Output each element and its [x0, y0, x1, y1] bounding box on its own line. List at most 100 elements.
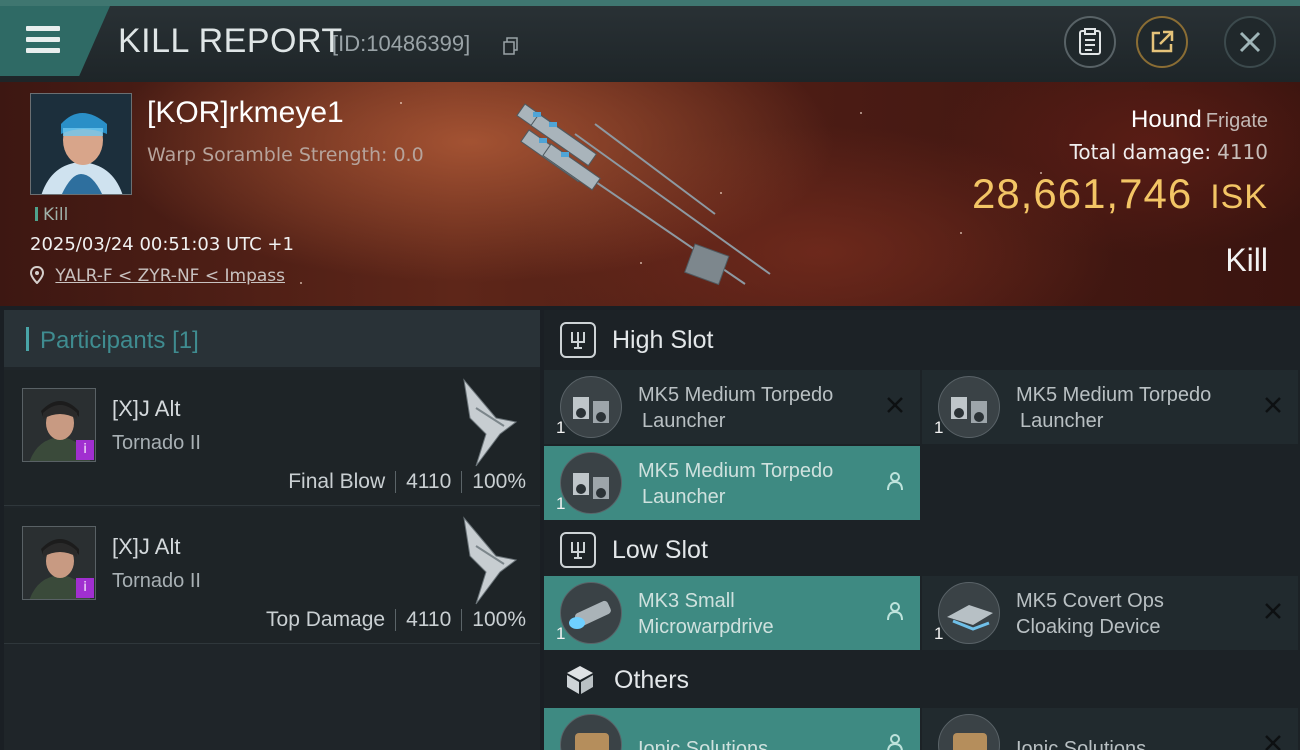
pilot-info-badge: i	[76, 440, 94, 460]
cloaking-device-icon	[938, 582, 1000, 644]
high-slot-label: High Slot	[612, 325, 714, 354]
avatar[interactable]: i	[22, 526, 96, 600]
attacker-stats: Top Damage 4110 100%	[266, 608, 526, 632]
clipboard-icon	[1079, 28, 1101, 55]
total-damage-label: Total damage:	[1069, 140, 1212, 164]
avatar[interactable]: i	[22, 388, 96, 462]
dropped-person-icon	[884, 732, 906, 750]
header-accent	[26, 327, 29, 351]
fittings-panel: High Slot 1 MK5 Medium Torpedo Launcher 1…	[544, 310, 1300, 750]
ship-class: Frigate	[1205, 110, 1268, 132]
report-id: [ID:10486399]	[332, 31, 471, 56]
attacker-ship-image	[463, 378, 518, 467]
item-name: MK5 Medium Torpedo Launcher	[638, 460, 834, 508]
fitting-item[interactable]: 1 MK5 Medium Torpedo Launcher	[544, 370, 920, 444]
destroyed-icon	[1262, 732, 1284, 750]
low-slot-label: Low Slot	[612, 535, 708, 564]
fitting-item[interactable]: Ionic Solutions	[544, 708, 920, 750]
fitting-item[interactable]: 1 MK5 Medium Torpedo Launcher	[544, 446, 920, 520]
victim-pilot-name[interactable]: [KOR]rkmeye1	[147, 96, 344, 130]
fitting-item[interactable]: Ionic Solutions	[922, 708, 1298, 750]
participants-count: [1]	[172, 327, 199, 354]
others-header: Others	[544, 650, 1300, 710]
close-icon	[1239, 31, 1261, 53]
cargo-item-icon	[560, 714, 622, 750]
participants-header: Participants [1]	[4, 310, 540, 367]
cargo-item-icon	[938, 714, 1000, 750]
item-name: MK3 Small Microwarpdrive	[638, 590, 774, 638]
attacker-ship: Tornado II	[112, 570, 201, 592]
others-label: Others	[614, 665, 690, 694]
attacker-damage: 4110	[406, 470, 452, 493]
total-damage: Total damage: 4110	[1070, 140, 1268, 164]
dropped-person-icon	[884, 600, 906, 622]
item-name: MK5 Medium Torpedo Launcher	[1016, 384, 1212, 432]
total-damage-value: 4110	[1217, 140, 1268, 164]
low-slot-header: Low Slot	[544, 520, 1300, 580]
item-quantity: 1	[934, 624, 944, 643]
kill-result: Kill	[1225, 242, 1268, 278]
pilot-info-badge: i	[76, 578, 94, 598]
cube-icon	[562, 662, 598, 698]
location-link[interactable]: YALR-F < ZYR-NF < Impass	[55, 266, 285, 286]
torpedo-launcher-icon	[560, 452, 622, 514]
destroyed-icon	[1262, 600, 1284, 622]
fitting-item[interactable]: 1 MK5 Medium Torpedo Launcher	[922, 370, 1298, 444]
high-slot-header: High Slot	[544, 310, 1300, 370]
fitting-item[interactable]: 1 MK3 Small Microwarpdrive	[544, 576, 920, 650]
location-pin-icon	[29, 265, 45, 285]
fitting-item[interactable]: 1 MK5 Covert Ops Cloaking Device	[922, 576, 1298, 650]
victim-portrait[interactable]	[30, 93, 132, 195]
page-title: KILL REPORT	[118, 22, 343, 60]
kill-tag: Kill	[35, 205, 68, 225]
item-name: Ionic Solutions	[638, 738, 769, 750]
kill-location[interactable]: YALR-F < ZYR-NF < Impass	[29, 265, 285, 286]
isk-unit: ISK	[1210, 178, 1268, 216]
top-bar: KILL REPORT [ID:10486399]	[0, 0, 1300, 82]
participant-row[interactable]: i [X]J Alt Tornado II Top Damage 4110 10…	[4, 508, 540, 644]
victim-ship-image	[516, 103, 771, 286]
torpedo-launcher-icon	[938, 376, 1000, 438]
attacker-damage: 4110	[406, 608, 452, 631]
ship-name: Hound	[1131, 106, 1202, 133]
participant-row[interactable]: i [X]J Alt Tornado II Final Blow 4110 10…	[4, 370, 540, 506]
attacker-name[interactable]: [X]J Alt	[112, 396, 180, 422]
victim-ship-type[interactable]: Hound Frigate	[1131, 106, 1268, 134]
item-name: MK5 Covert Ops Cloaking Device	[1016, 590, 1164, 638]
kill-datetime: 2025/03/24 00:51:03 UTC +1	[30, 234, 294, 255]
close-button[interactable]	[1224, 16, 1276, 68]
warp-scramble-strength: Warp Soramble Strength: 0.0	[147, 144, 424, 166]
item-quantity: 1	[934, 418, 944, 437]
destroyed-icon	[1262, 394, 1284, 416]
participants-title: Participants [1]	[40, 327, 199, 354]
attacker-percent: 100%	[472, 608, 526, 631]
share-button[interactable]	[1136, 16, 1188, 68]
dropped-person-icon	[884, 470, 906, 492]
item-name: Ionic Solutions	[1016, 738, 1147, 750]
item-quantity: 1	[556, 418, 566, 437]
share-icon	[1151, 30, 1174, 53]
attacker-role: Top Damage	[266, 608, 386, 631]
item-name: MK5 Medium Torpedo Launcher	[638, 384, 834, 432]
destroyed-icon	[884, 394, 906, 416]
attacker-stats: Final Blow 4110 100%	[288, 470, 526, 494]
item-quantity: 1	[556, 494, 566, 513]
participants-panel: Participants [1] i [X]J Alt Tornado II F…	[4, 310, 540, 750]
clipboard-button[interactable]	[1064, 16, 1116, 68]
isk-amount: 28,661,746	[971, 170, 1193, 217]
microwarpdrive-icon	[560, 582, 622, 644]
copy-icon[interactable]	[503, 37, 519, 55]
attacker-name[interactable]: [X]J Alt	[112, 534, 180, 560]
high-slot-icon	[560, 322, 596, 358]
isk-value: 28,661,746 ISK	[972, 170, 1268, 218]
header-accent-line	[0, 0, 1300, 6]
attacker-ship-image	[463, 516, 518, 605]
attacker-percent: 100%	[472, 470, 526, 493]
victim-banner: [KOR]rkmeye1 Warp Soramble Strength: 0.0…	[0, 82, 1300, 306]
attacker-role: Final Blow	[288, 470, 386, 493]
menu-button[interactable]	[0, 6, 110, 76]
attacker-ship: Tornado II	[112, 432, 201, 454]
torpedo-launcher-icon	[560, 376, 622, 438]
pilot-portrait-image	[31, 94, 131, 194]
item-quantity: 1	[556, 624, 566, 643]
